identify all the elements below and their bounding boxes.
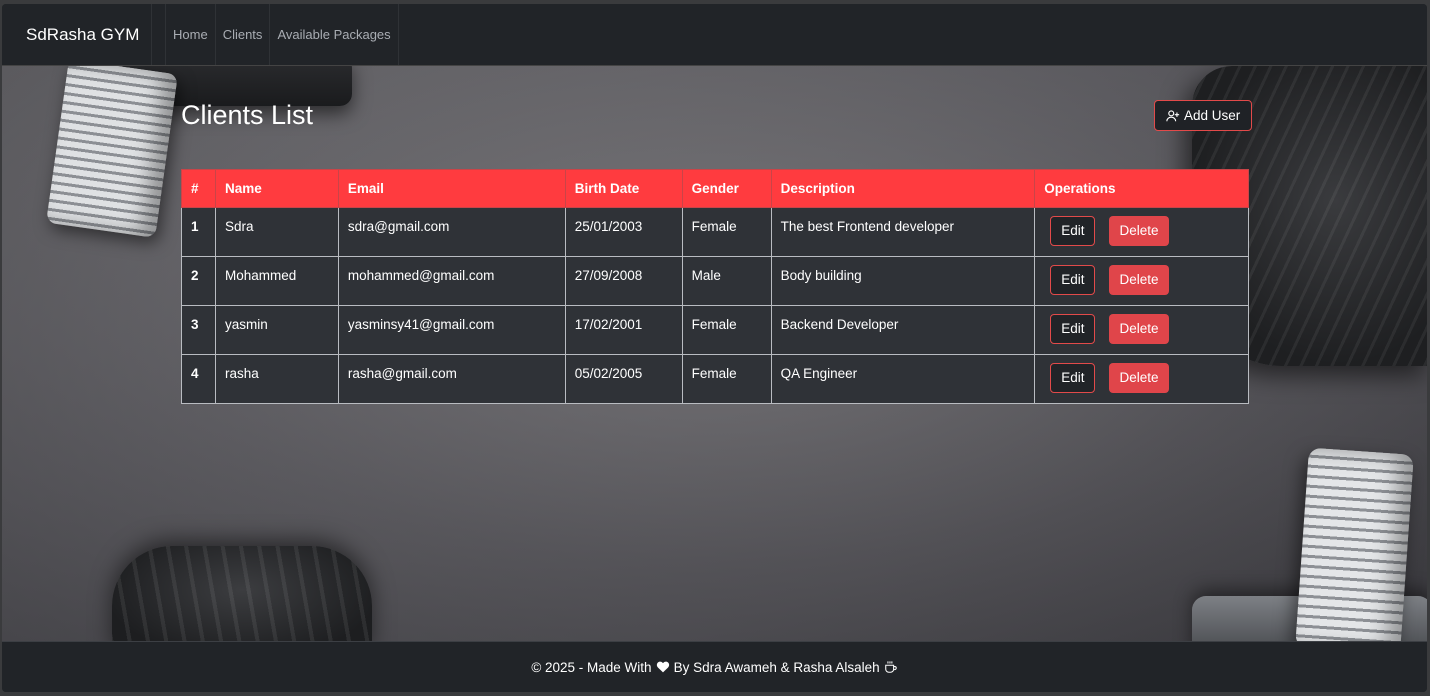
cell-description: The best Frontend developer: [770, 207, 1036, 257]
cell-email: sdra@gmail.com: [337, 207, 566, 257]
nav-links: Home Clients Available Packages: [165, 4, 399, 65]
cell-birth-date: 17/02/2001: [564, 305, 683, 355]
coffee-icon: [884, 661, 897, 673]
edit-button[interactable]: Edit: [1050, 265, 1096, 295]
add-user-label: Add User: [1184, 108, 1241, 123]
cell-operations: Edit Delete: [1034, 207, 1249, 257]
column-header-operations: Operations: [1034, 169, 1249, 208]
column-header-name: Name: [214, 169, 339, 208]
cell-number: 4: [181, 354, 216, 404]
cell-gender: Female: [681, 305, 772, 355]
cell-name: Sdra: [214, 207, 339, 257]
column-header-birth-date: Birth Date: [564, 169, 683, 208]
dumbbell-decoration: [46, 66, 178, 238]
dumbbell-decoration: [1295, 447, 1414, 641]
page-title: Clients List: [181, 100, 314, 130]
footer-suffix: By Sdra Awameh & Rasha Alsaleh: [673, 659, 880, 675]
cell-operations: Edit Delete: [1034, 354, 1249, 404]
cell-description: QA Engineer: [770, 354, 1036, 404]
cell-operations: Edit Delete: [1034, 305, 1249, 355]
delete-button[interactable]: Delete: [1109, 314, 1169, 344]
navbar: SdRasha GYM Home Clients Available Packa…: [2, 4, 1427, 66]
nav-link-home[interactable]: Home: [165, 4, 216, 65]
cell-gender: Male: [681, 256, 772, 306]
user-plus-icon: [1166, 109, 1180, 121]
table-row: 2 Mohammed mohammed@gmail.com 27/09/2008…: [181, 256, 1249, 306]
cell-number: 2: [181, 256, 216, 306]
cell-number: 3: [181, 305, 216, 355]
cell-email: mohammed@gmail.com: [337, 256, 566, 306]
column-header-email: Email: [337, 169, 566, 208]
delete-button[interactable]: Delete: [1109, 265, 1169, 295]
edit-button[interactable]: Edit: [1050, 314, 1096, 344]
clients-table: # Name Email Birth Date Gender Descripti…: [181, 169, 1249, 404]
cell-description: Body building: [770, 256, 1036, 306]
footer: © 2025 - Made With By Sdra Awameh & Rash…: [2, 641, 1427, 692]
edit-button[interactable]: Edit: [1050, 216, 1096, 246]
table-row: 1 Sdra sdra@gmail.com 25/01/2003 Female …: [181, 207, 1249, 257]
cell-gender: Female: [681, 207, 772, 257]
cell-name: Mohammed: [214, 256, 339, 306]
column-header-number: #: [181, 169, 216, 208]
column-header-gender: Gender: [681, 169, 772, 208]
delete-button[interactable]: Delete: [1109, 363, 1169, 393]
edit-button[interactable]: Edit: [1050, 363, 1096, 393]
cell-operations: Edit Delete: [1034, 256, 1249, 306]
delete-button[interactable]: Delete: [1109, 216, 1169, 246]
table-row: 3 yasmin yasminsy41@gmail.com 17/02/2001…: [181, 305, 1249, 355]
cell-gender: Female: [681, 354, 772, 404]
nav-link-clients[interactable]: Clients: [214, 4, 271, 65]
cell-email: yasminsy41@gmail.com: [337, 305, 566, 355]
cell-name: rasha: [214, 354, 339, 404]
cell-description: Backend Developer: [770, 305, 1036, 355]
cell-birth-date: 25/01/2003: [564, 207, 683, 257]
table-row: 4 rasha rasha@gmail.com 05/02/2005 Femal…: [181, 354, 1249, 404]
glove-decoration: [112, 546, 372, 641]
footer-prefix: © 2025 - Made With: [531, 659, 652, 675]
cell-email: rasha@gmail.com: [337, 354, 566, 404]
cell-name: yasmin: [214, 305, 339, 355]
cell-birth-date: 27/09/2008: [564, 256, 683, 306]
brand-logo[interactable]: SdRasha GYM: [2, 4, 152, 65]
main-content: Clients List Add User # Name Email Birth…: [2, 66, 1427, 641]
heart-icon: [656, 661, 669, 673]
app-window: SdRasha GYM Home Clients Available Packa…: [2, 4, 1427, 692]
cell-birth-date: 05/02/2005: [564, 354, 683, 404]
nav-link-available-packages[interactable]: Available Packages: [269, 4, 399, 65]
add-user-button[interactable]: Add User: [1154, 100, 1253, 131]
table-header-row: # Name Email Birth Date Gender Descripti…: [181, 169, 1249, 208]
column-header-description: Description: [770, 169, 1036, 208]
cell-number: 1: [181, 207, 216, 257]
